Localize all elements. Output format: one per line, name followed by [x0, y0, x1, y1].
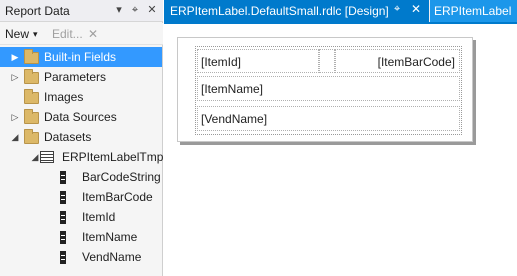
dropdown-icon[interactable]: ▾: [112, 2, 126, 18]
tree-item-itembarcode[interactable]: ItemBarCode: [0, 187, 162, 207]
tree-item-parameters[interactable]: ▷ Parameters: [0, 67, 162, 87]
tree-item-label: BarCodeString: [82, 170, 161, 184]
tree-item-label: ItemName: [82, 230, 138, 244]
folder-icon: [24, 49, 39, 64]
expander-icon[interactable]: ▷: [10, 71, 20, 83]
vend-name-field: [VendName]: [201, 112, 268, 126]
tree-item-datasets[interactable]: ◢ Datasets: [0, 127, 162, 147]
cell-spacer[interactable]: [319, 49, 335, 73]
cell-item-id[interactable]: [ItemId]: [197, 49, 319, 73]
item-id-field: [ItemId]: [201, 55, 242, 69]
tree-item-label: Data Sources: [44, 110, 117, 124]
tree-item-erpitemlabeltmp[interactable]: ◢ ERPItemLabelTmp: [0, 147, 164, 167]
tree-item-label: ERPItemLabelTmp: [62, 150, 164, 164]
tree-item-itemid[interactable]: ItemId: [0, 207, 162, 227]
panel-title: Report Data: [5, 4, 70, 18]
report-data-panel: Report Data ▾ ⌖ ✕ New ▾ Edit... ✕ ▶ Built…: [0, 0, 163, 276]
tree-item-label: VendName: [82, 250, 142, 264]
document-tab-bar: ERPItemLabel.DefaultSmall.rdlc [Design] …: [164, 0, 517, 22]
tree-item-label: ItemId: [82, 210, 116, 224]
chevron-down-icon[interactable]: ▾: [33, 29, 38, 40]
delete-icon[interactable]: ✕: [88, 27, 98, 41]
tab-report-design[interactable]: ERPItemLabel.DefaultSmall.rdlc [Design] …: [164, 0, 429, 22]
field-icon: [60, 231, 66, 244]
new-button[interactable]: New: [5, 27, 29, 41]
cell-vend-name[interactable]: [VendName]: [197, 106, 460, 131]
cell-item-barcode[interactable]: [ItemBarCode]: [335, 49, 460, 73]
field-icon: [60, 251, 66, 264]
close-icon[interactable]: ✕: [145, 2, 159, 18]
tree-item-label: Datasets: [44, 130, 92, 144]
tab-label: ERPItemLabel: [434, 4, 512, 18]
cell-item-name[interactable]: [ItemName]: [197, 76, 460, 101]
folder-icon: [24, 89, 39, 104]
pin-icon[interactable]: ⌖: [394, 3, 400, 16]
tree-item-data-sources[interactable]: ▷ Data Sources: [0, 107, 162, 127]
close-icon[interactable]: ✕: [411, 2, 421, 16]
field-icon: [60, 191, 66, 204]
tree-item-label: Built-in Fields: [44, 50, 117, 64]
field-icon: [60, 171, 66, 184]
tree-item-vendname[interactable]: VendName: [0, 247, 162, 267]
tree-item-barcodestring[interactable]: BarCodeString: [0, 167, 162, 187]
tab-erpitemlabel[interactable]: ERPItemLabel: [430, 0, 517, 22]
expander-icon[interactable]: ▶: [10, 51, 20, 63]
pin-icon[interactable]: ⌖: [128, 2, 142, 18]
tree-item-itemname[interactable]: ItemName: [0, 227, 162, 247]
tree-item-built-in-fields[interactable]: ▶ Built-in Fields: [0, 47, 162, 67]
tree-item-label: ItemBarCode: [82, 190, 153, 204]
edit-button[interactable]: Edit...: [52, 27, 83, 41]
panel-toolbar: New ▾ Edit... ✕: [0, 23, 163, 45]
report-tablix[interactable]: [ItemId] [ItemBarCode] [ItemName] [VendN…: [195, 46, 462, 135]
tree-item-label: Parameters: [44, 70, 107, 84]
tree-item-label: Images: [44, 90, 84, 104]
tab-label: ERPItemLabel.DefaultSmall.rdlc [Design]: [170, 4, 389, 18]
folder-icon: [24, 109, 39, 124]
expander-icon[interactable]: ▷: [10, 111, 20, 123]
tree-item-images[interactable]: Images: [0, 87, 162, 107]
expander-icon[interactable]: [10, 91, 20, 103]
expander-icon[interactable]: ◢: [30, 151, 40, 163]
item-barcode-field: [ItemBarCode]: [377, 55, 455, 69]
expander-icon[interactable]: ◢: [10, 131, 20, 143]
folder-icon: [24, 69, 39, 84]
folder-icon: [24, 129, 39, 144]
field-icon: [60, 211, 66, 224]
panel-title-bar: Report Data ▾ ⌖ ✕: [0, 0, 163, 22]
item-name-field: [ItemName]: [201, 82, 264, 96]
dataset-icon: [40, 151, 54, 163]
